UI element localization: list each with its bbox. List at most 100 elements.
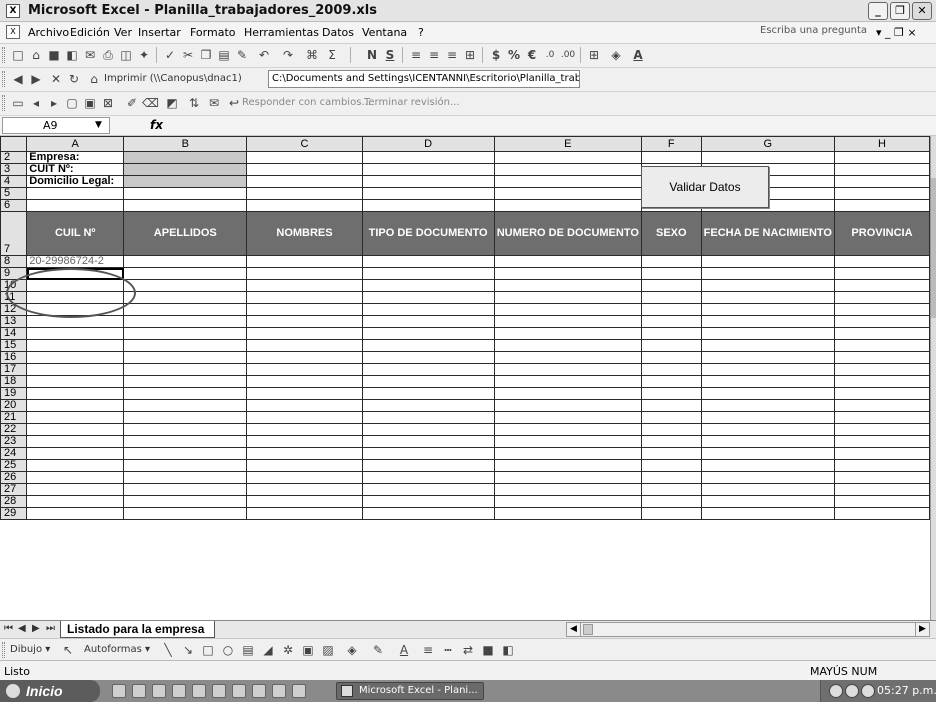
cell[interactable] bbox=[361, 163, 495, 176]
cell[interactable] bbox=[361, 151, 495, 164]
tray-icon[interactable] bbox=[829, 684, 843, 698]
back-icon[interactable]: ◀ bbox=[10, 71, 26, 87]
quicklaunch-icon[interactable] bbox=[152, 684, 166, 698]
cell[interactable] bbox=[833, 483, 930, 496]
cell[interactable] bbox=[700, 339, 835, 352]
cell[interactable] bbox=[493, 447, 642, 460]
cell[interactable] bbox=[26, 339, 125, 352]
cell[interactable] bbox=[361, 495, 495, 508]
cell[interactable] bbox=[246, 435, 363, 448]
reply-icon[interactable]: ↩ bbox=[226, 95, 242, 111]
cell[interactable] bbox=[26, 435, 125, 448]
dash-style-icon[interactable]: ┅ bbox=[440, 642, 456, 658]
row-header[interactable]: 9 bbox=[0, 267, 28, 280]
row-header[interactable]: 15 bbox=[0, 339, 28, 352]
cell[interactable] bbox=[246, 187, 363, 200]
cell[interactable] bbox=[493, 435, 642, 448]
cell[interactable] bbox=[123, 447, 248, 460]
cell[interactable] bbox=[493, 175, 642, 188]
cell[interactable] bbox=[26, 495, 125, 508]
cell[interactable] bbox=[26, 459, 125, 472]
cell[interactable] bbox=[123, 495, 248, 508]
cell[interactable] bbox=[493, 279, 642, 292]
cell[interactable] bbox=[246, 411, 363, 424]
cell[interactable] bbox=[361, 507, 495, 520]
cell[interactable] bbox=[26, 303, 125, 316]
cell[interactable] bbox=[123, 267, 248, 280]
new-icon[interactable]: □ bbox=[10, 47, 26, 63]
column-header-a[interactable]: A bbox=[26, 136, 125, 152]
bold-icon[interactable]: N bbox=[364, 47, 380, 63]
cell[interactable] bbox=[833, 507, 930, 520]
cell[interactable] bbox=[123, 351, 248, 364]
cell[interactable] bbox=[246, 291, 363, 304]
cell[interactable] bbox=[26, 279, 125, 292]
cell[interactable] bbox=[361, 411, 495, 424]
cell[interactable] bbox=[361, 291, 495, 304]
cell[interactable] bbox=[123, 435, 248, 448]
prev-sheet-icon[interactable]: ◀ bbox=[18, 623, 26, 634]
cell[interactable] bbox=[493, 151, 642, 164]
cell[interactable] bbox=[700, 255, 835, 268]
cell[interactable] bbox=[361, 459, 495, 472]
row-header[interactable]: 17 bbox=[0, 363, 28, 376]
refresh-icon[interactable]: ↻ bbox=[66, 71, 82, 87]
cell[interactable] bbox=[640, 151, 702, 164]
cell[interactable] bbox=[361, 303, 495, 316]
cell[interactable] bbox=[640, 291, 702, 304]
forward-icon[interactable]: ▶ bbox=[28, 71, 44, 87]
cell[interactable] bbox=[246, 447, 363, 460]
respond-changes-link[interactable]: Responder con cambios... bbox=[242, 97, 371, 108]
cell[interactable] bbox=[246, 495, 363, 508]
help-question-input[interactable]: Escriba una pregunta bbox=[760, 25, 867, 36]
cell[interactable] bbox=[493, 411, 642, 424]
maximize-button[interactable]: ❐ bbox=[890, 2, 910, 20]
cell[interactable] bbox=[640, 303, 702, 316]
email-icon[interactable]: ✉ bbox=[82, 47, 98, 63]
undo-icon[interactable]: ↶ bbox=[256, 47, 272, 63]
arrow-style-icon[interactable]: ⇄ bbox=[460, 642, 476, 658]
cell[interactable] bbox=[123, 507, 248, 520]
align-right-icon[interactable]: ≡ bbox=[444, 47, 460, 63]
row-header[interactable]: 21 bbox=[0, 411, 28, 424]
cell[interactable] bbox=[493, 507, 642, 520]
open-icon[interactable]: ⌂ bbox=[28, 47, 44, 63]
browser-icon[interactable] bbox=[132, 684, 146, 698]
fill-color-icon[interactable]: ◈ bbox=[608, 47, 624, 63]
header-tipo-documento[interactable]: TIPO DE DOCUMENTO bbox=[361, 211, 495, 256]
cell[interactable] bbox=[26, 187, 125, 200]
redo-icon[interactable]: ↷ bbox=[280, 47, 296, 63]
header-nombres[interactable]: NOMBRES bbox=[246, 211, 363, 256]
cell[interactable] bbox=[640, 471, 702, 484]
cell[interactable] bbox=[833, 187, 930, 200]
select-all-corner[interactable] bbox=[0, 136, 28, 152]
cell[interactable] bbox=[700, 363, 835, 376]
cell[interactable] bbox=[123, 255, 248, 268]
cell[interactable] bbox=[640, 411, 702, 424]
row-header[interactable]: 23 bbox=[0, 435, 28, 448]
cell[interactable] bbox=[123, 315, 248, 328]
row-header[interactable]: 24 bbox=[0, 447, 28, 460]
update-file-icon[interactable]: ⇅ bbox=[186, 95, 202, 111]
row-header[interactable]: 3 bbox=[0, 163, 28, 176]
quicklaunch-icon[interactable] bbox=[252, 684, 266, 698]
cell[interactable] bbox=[493, 471, 642, 484]
cell[interactable] bbox=[26, 199, 125, 212]
wordart-icon[interactable]: ◢ bbox=[260, 642, 276, 658]
label-empresa[interactable]: Empresa: bbox=[26, 151, 125, 164]
column-header-h[interactable]: H bbox=[833, 136, 930, 152]
sheet-tab-listado[interactable]: Listado para la empresa bbox=[60, 621, 216, 638]
cell[interactable] bbox=[640, 267, 702, 280]
cell[interactable] bbox=[700, 267, 835, 280]
row-header[interactable]: 12 bbox=[0, 303, 28, 316]
cell[interactable] bbox=[700, 291, 835, 304]
cell[interactable] bbox=[493, 267, 642, 280]
cell[interactable] bbox=[833, 375, 930, 388]
cell-a8-cuil[interactable]: 20-29986724-2 bbox=[26, 255, 125, 268]
cell[interactable] bbox=[26, 411, 125, 424]
cell[interactable] bbox=[493, 291, 642, 304]
cell[interactable] bbox=[700, 387, 835, 400]
quicklaunch-icon[interactable] bbox=[112, 684, 126, 698]
cell[interactable] bbox=[361, 255, 495, 268]
3d-icon[interactable]: ◧ bbox=[500, 642, 516, 658]
